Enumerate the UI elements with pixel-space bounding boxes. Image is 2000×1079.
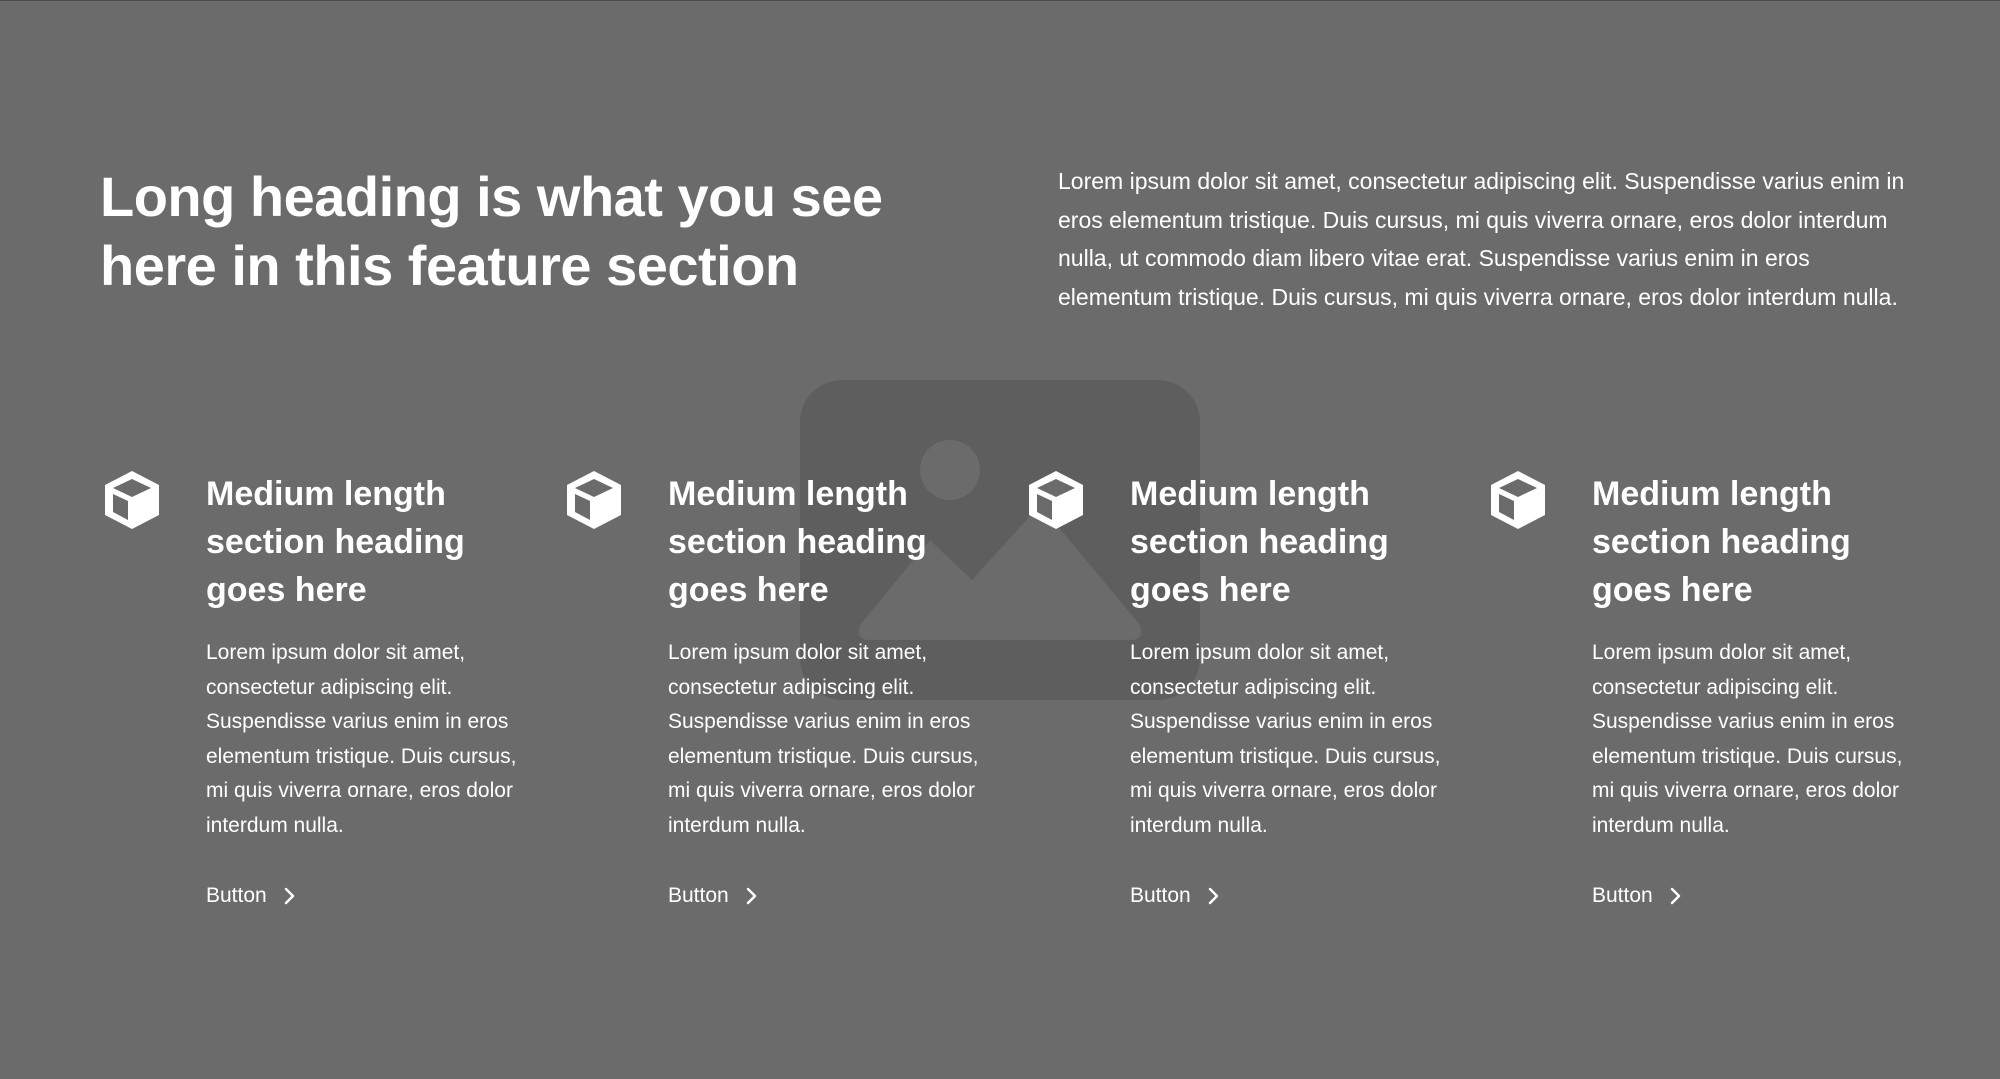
feature-description: Lorem ipsum dolor sit amet, consectetur …	[206, 641, 517, 837]
cube-icon	[103, 470, 161, 530]
feature-card: Medium length section heading goes here …	[103, 470, 523, 920]
feature-button[interactable]: Button	[206, 882, 295, 910]
chevron-right-icon	[745, 887, 757, 905]
chevron-right-icon	[283, 887, 295, 905]
intro-paragraph: Lorem ipsum dolor sit amet, consectetur …	[1058, 168, 1905, 310]
feature-description: Lorem ipsum dolor sit amet, consectetur …	[1130, 641, 1441, 837]
cube-icon	[1489, 470, 1547, 530]
feature-button[interactable]: Button	[1130, 882, 1219, 910]
feature-button[interactable]: Button	[1592, 882, 1681, 910]
top-divider	[0, 0, 2000, 1]
feature-button[interactable]: Button	[668, 882, 757, 910]
feature-button-label: Button	[668, 884, 729, 907]
feature-button-label: Button	[206, 884, 267, 907]
feature-heading: Medium length section heading goes here	[1592, 475, 1851, 609]
feature-heading: Medium length section heading goes here	[1130, 475, 1389, 609]
feature-card: Medium length section heading goes here …	[1489, 470, 1909, 920]
feature-heading: Medium length section heading goes here	[668, 475, 927, 609]
feature-button-label: Button	[1592, 884, 1653, 907]
cube-icon	[1027, 470, 1085, 530]
feature-heading: Medium length section heading goes here	[206, 475, 465, 609]
cube-icon	[565, 470, 623, 530]
chevron-right-icon	[1207, 887, 1219, 905]
feature-description: Lorem ipsum dolor sit amet, consectetur …	[1592, 641, 1903, 837]
feature-button-label: Button	[1130, 884, 1191, 907]
feature-description: Lorem ipsum dolor sit amet, consectetur …	[668, 641, 979, 837]
feature-card: Medium length section heading goes here …	[565, 470, 985, 920]
chevron-right-icon	[1669, 887, 1681, 905]
feature-card: Medium length section heading goes here …	[1027, 470, 1447, 920]
page-title: Long heading is what you see here in thi…	[100, 165, 883, 297]
